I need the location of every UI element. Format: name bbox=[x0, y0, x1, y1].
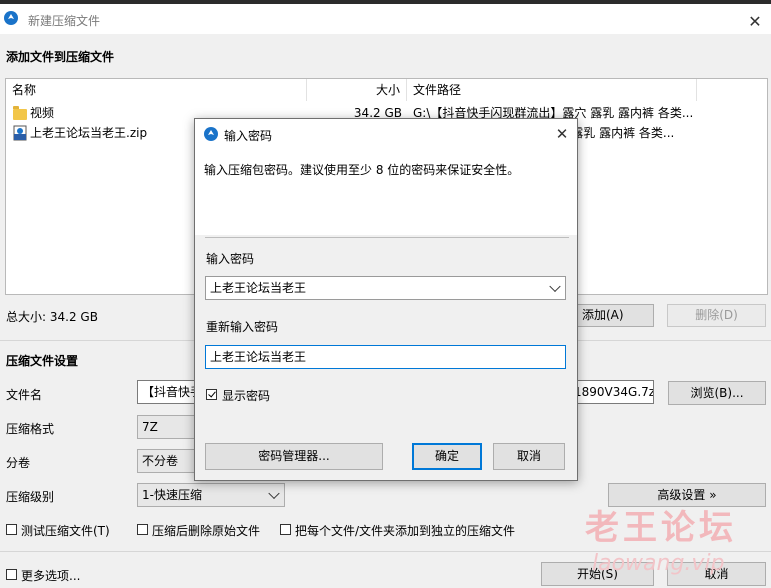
password-value: 上老王论坛当老王 bbox=[210, 281, 307, 295]
test-archive-checkbox[interactable] bbox=[6, 524, 17, 535]
file-name: 上老王论坛当老王.zip bbox=[30, 126, 148, 140]
level-value: 1-快速压缩 bbox=[142, 488, 202, 502]
level-select[interactable]: 1-快速压缩 bbox=[137, 483, 285, 507]
password-input[interactable]: 上老王论坛当老王 bbox=[205, 276, 566, 300]
filename-field-tail[interactable]: 1890V34G.7z bbox=[570, 380, 654, 404]
zip-file-icon bbox=[13, 125, 27, 141]
password-dialog: 输入密码 ✕ 输入压缩包密码。建议使用至少 8 位的密码来保证安全性。 输入密码… bbox=[194, 118, 578, 481]
file-name: 视频 bbox=[30, 106, 55, 120]
level-label: 压缩级别 bbox=[6, 490, 55, 504]
column-path[interactable]: 文件路径 bbox=[413, 79, 461, 101]
close-icon[interactable]: ✕ bbox=[742, 10, 768, 32]
filename-label: 文件名 bbox=[6, 388, 43, 402]
app-logo-icon bbox=[4, 11, 18, 25]
column-divider bbox=[406, 79, 407, 101]
column-divider bbox=[696, 79, 697, 101]
password-manager-button[interactable]: 密码管理器... bbox=[205, 443, 383, 470]
close-icon[interactable]: ✕ bbox=[551, 123, 573, 145]
separate-archives-label[interactable]: 把每个文件/文件夹添加到独立的压缩文件 bbox=[295, 522, 515, 539]
more-options-checkbox[interactable] bbox=[6, 569, 17, 580]
password-label: 输入密码 bbox=[206, 252, 255, 266]
more-options-label[interactable]: 更多选项... bbox=[21, 567, 80, 584]
ok-button[interactable]: 确定 bbox=[412, 443, 482, 470]
split-label: 分卷 bbox=[6, 456, 31, 470]
separate-archives-checkbox[interactable] bbox=[280, 524, 291, 535]
main-window-title: 新建压缩文件 bbox=[28, 14, 101, 28]
dialog-cancel-button[interactable]: 取消 bbox=[493, 443, 565, 470]
dialog-description: 输入压缩包密码。建议使用至少 8 位的密码来保证安全性。 bbox=[204, 163, 520, 177]
dialog-titlebar: 输入密码 ✕ bbox=[195, 119, 577, 149]
format-select[interactable]: 7Z bbox=[137, 415, 195, 439]
test-archive-label[interactable]: 测试压缩文件(T) bbox=[21, 522, 110, 539]
filename-field[interactable]: 【抖音快手 bbox=[137, 380, 195, 404]
show-password-label[interactable]: 显示密码 bbox=[222, 387, 270, 404]
browse-button[interactable]: 浏览(B)... bbox=[668, 381, 766, 405]
delete-after-checkbox[interactable] bbox=[137, 524, 148, 535]
column-size[interactable]: 大小 bbox=[376, 79, 400, 101]
split-select[interactable]: 不分卷 bbox=[137, 449, 195, 473]
reenter-password-input[interactable]: 上老王论坛当老王 bbox=[205, 345, 566, 369]
chevron-down-icon[interactable] bbox=[549, 280, 561, 293]
watermark-url: laowang.vip bbox=[592, 551, 725, 576]
delete-button[interactable]: 删除(D) bbox=[667, 304, 766, 327]
folder-icon bbox=[13, 106, 27, 120]
main-titlebar: 新建压缩文件 ✕ bbox=[0, 4, 771, 34]
dialog-title: 输入密码 bbox=[224, 129, 273, 143]
add-files-heading: 添加文件到压缩文件 bbox=[6, 50, 115, 64]
chevron-down-icon bbox=[268, 487, 280, 500]
app-logo-icon bbox=[204, 127, 218, 141]
show-password-checkbox[interactable] bbox=[206, 389, 217, 400]
settings-heading: 压缩文件设置 bbox=[6, 354, 79, 368]
column-divider bbox=[306, 79, 307, 101]
format-label: 压缩格式 bbox=[6, 422, 55, 436]
delete-after-label[interactable]: 压缩后删除原始文件 bbox=[152, 522, 260, 539]
dialog-divider bbox=[205, 237, 569, 238]
total-size: 总大小: 34.2 GB bbox=[6, 310, 98, 324]
column-name[interactable]: 名称 bbox=[12, 79, 36, 101]
watermark: 老王论坛 bbox=[585, 508, 737, 548]
dialog-description-area: 输入压缩包密码。建议使用至少 8 位的密码来保证安全性。 bbox=[195, 149, 577, 235]
reenter-password-label: 重新输入密码 bbox=[206, 320, 279, 334]
